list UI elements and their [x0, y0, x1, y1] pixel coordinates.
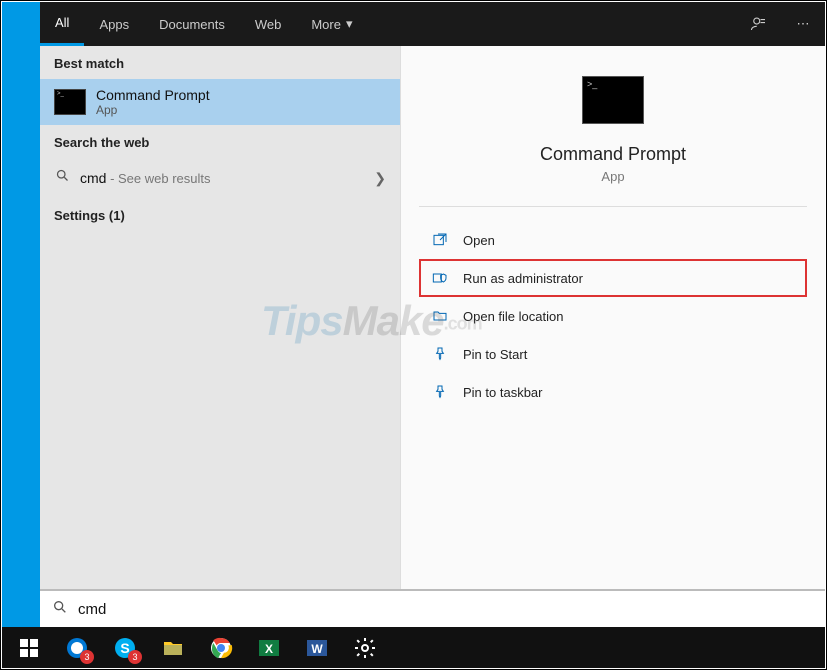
best-match-subtitle: App [96, 103, 210, 117]
taskbar: 3 S 3 X W [2, 627, 825, 668]
web-suffix: - See web results [106, 171, 210, 186]
settings-label[interactable]: Settings (1) [40, 198, 400, 231]
taskbar-file-explorer[interactable] [150, 629, 196, 667]
detail-panel: Command Prompt App Open Run as administr… [400, 46, 825, 589]
best-match-title: Command Prompt [96, 87, 210, 103]
taskbar-skype[interactable]: S 3 [102, 629, 148, 667]
badge: 3 [128, 650, 142, 664]
feedback-icon[interactable] [737, 2, 781, 46]
pin-start-icon [431, 345, 449, 363]
tab-web[interactable]: Web [240, 2, 297, 46]
chevron-right-icon: ❯ [374, 170, 386, 187]
badge: 3 [80, 650, 94, 664]
accent-strip [2, 2, 40, 627]
more-options-icon[interactable]: ⋯ [781, 2, 825, 46]
svg-text:W: W [311, 642, 323, 656]
svg-text:X: X [265, 642, 273, 656]
web-query: cmd [80, 170, 106, 186]
taskbar-chrome[interactable] [198, 629, 244, 667]
web-search-item[interactable]: cmd - See web results ❯ [40, 158, 400, 198]
command-prompt-icon [54, 89, 86, 115]
taskbar-settings[interactable] [342, 629, 388, 667]
taskbar-excel[interactable]: X [246, 629, 292, 667]
action-run-as-administrator[interactable]: Run as administrator [419, 259, 807, 297]
taskbar-word[interactable]: W [294, 629, 340, 667]
chevron-down-icon: ▾ [346, 16, 353, 32]
command-prompt-large-icon [582, 76, 644, 124]
tab-all[interactable]: All [40, 2, 84, 46]
action-list: Open Run as administrator Open file loca… [401, 211, 825, 421]
search-filter-tabs: All Apps Documents Web More ▾ ⋯ [40, 2, 825, 46]
tab-apps[interactable]: Apps [84, 2, 144, 46]
search-icon [52, 599, 68, 620]
tab-more[interactable]: More ▾ [296, 2, 367, 46]
action-pin-to-taskbar[interactable]: Pin to taskbar [419, 373, 807, 411]
best-match-label: Best match [40, 46, 400, 79]
action-pin-to-start[interactable]: Pin to Start [419, 335, 807, 373]
tab-documents[interactable]: Documents [144, 2, 240, 46]
action-open-file-location[interactable]: Open file location [419, 297, 807, 335]
search-bar [40, 589, 825, 627]
best-match-item[interactable]: Command Prompt App [40, 79, 400, 125]
action-label: Run as administrator [463, 271, 583, 286]
pin-taskbar-icon [431, 383, 449, 401]
results-panel: Best match Command Prompt App Search the… [40, 46, 400, 589]
folder-icon [431, 307, 449, 325]
search-input[interactable] [78, 601, 813, 618]
action-label: Open file location [463, 309, 563, 324]
admin-shield-icon [431, 269, 449, 287]
start-button[interactable] [6, 629, 52, 667]
taskbar-cortana[interactable]: 3 [54, 629, 100, 667]
action-label: Pin to Start [463, 347, 527, 362]
search-web-label: Search the web [40, 125, 400, 158]
detail-title: Command Prompt [401, 144, 825, 165]
action-label: Open [463, 233, 495, 248]
action-label: Pin to taskbar [463, 385, 543, 400]
divider [419, 206, 807, 207]
detail-subtitle: App [401, 169, 825, 184]
open-icon [431, 231, 449, 249]
action-open[interactable]: Open [419, 221, 807, 259]
tab-more-label: More [311, 17, 341, 32]
search-icon [54, 168, 70, 188]
